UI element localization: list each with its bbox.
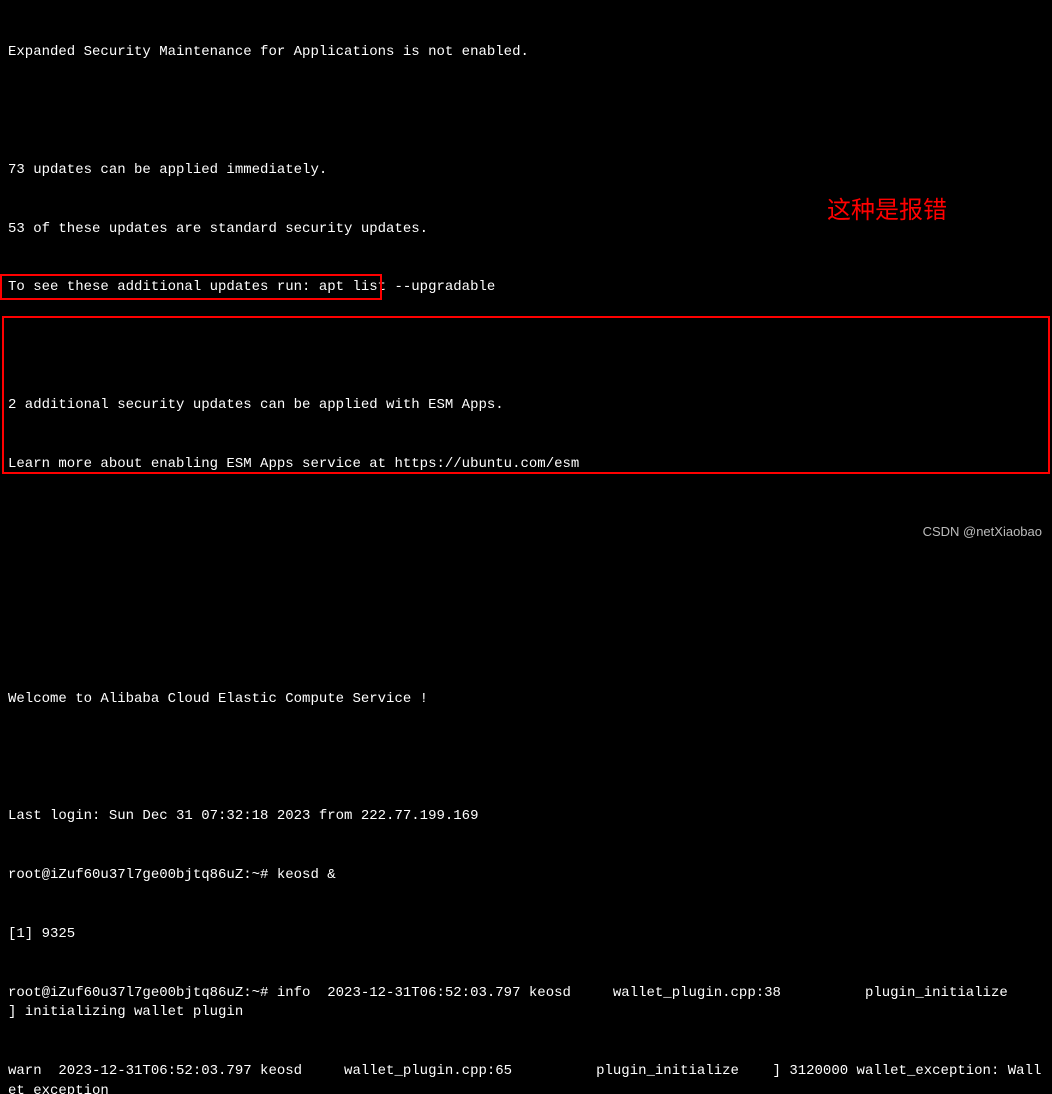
terminal-line: root@iZuf60u37l7ge00bjtq86uZ:~# info 202… bbox=[8, 984, 1044, 1023]
terminal-line: To see these additional updates run: apt… bbox=[8, 278, 1044, 298]
terminal-line bbox=[8, 102, 1044, 122]
terminal-line: Last login: Sun Dec 31 07:32:18 2023 fro… bbox=[8, 807, 1044, 827]
terminal-line bbox=[8, 513, 1044, 533]
annotation-text: 这种是报错 bbox=[827, 194, 947, 228]
watermark: CSDN @netXiaobao bbox=[923, 523, 1042, 541]
terminal-line: [1] 9325 bbox=[8, 925, 1044, 945]
terminal-line bbox=[8, 572, 1044, 592]
terminal-output[interactable]: Expanded Security Maintenance for Applic… bbox=[0, 0, 1052, 1094]
terminal-line: 73 updates can be applied immediately. bbox=[8, 161, 1044, 181]
terminal-line bbox=[8, 337, 1044, 357]
terminal-line: Welcome to Alibaba Cloud Elastic Compute… bbox=[8, 690, 1044, 710]
terminal-line: Expanded Security Maintenance for Applic… bbox=[8, 43, 1044, 63]
terminal-line: Learn more about enabling ESM Apps servi… bbox=[8, 455, 1044, 475]
terminal-line bbox=[8, 749, 1044, 769]
terminal-line: root@iZuf60u37l7ge00bjtq86uZ:~# keosd & bbox=[8, 866, 1044, 886]
terminal-line: warn 2023-12-31T06:52:03.797 keosd walle… bbox=[8, 1062, 1044, 1094]
terminal-line bbox=[8, 631, 1044, 651]
terminal-line: 2 additional security updates can be app… bbox=[8, 396, 1044, 416]
